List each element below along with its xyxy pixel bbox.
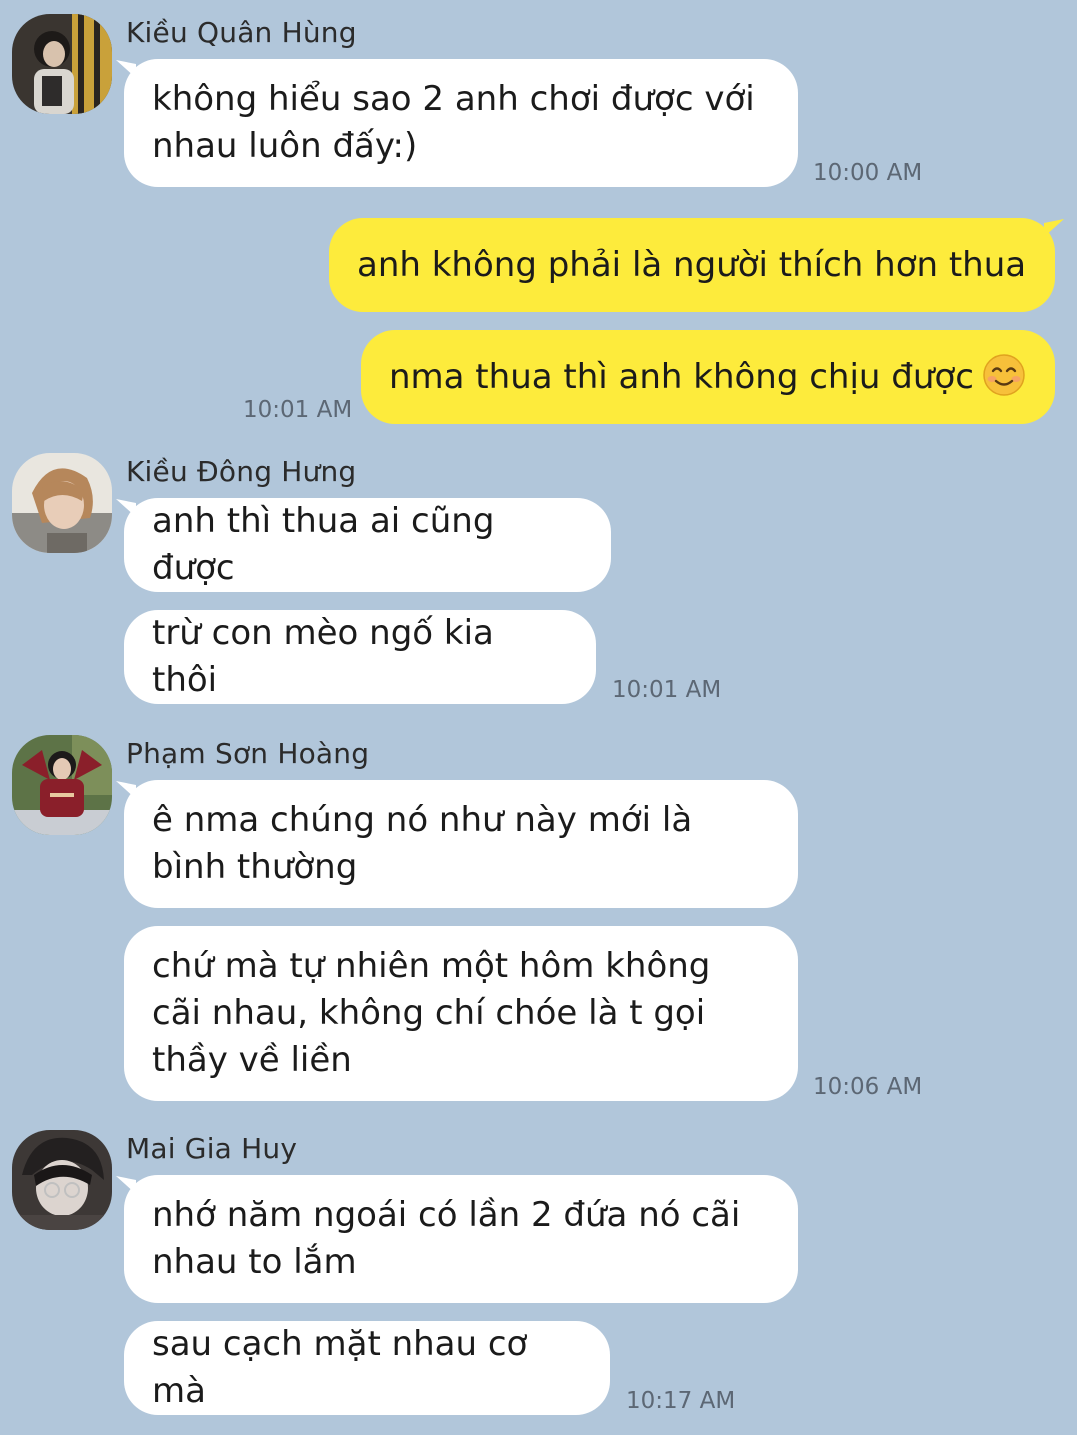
message-time: 10:00 AM	[813, 160, 923, 186]
smiling-face-emoji	[983, 354, 1025, 396]
avatar-photo-2	[12, 453, 112, 553]
avatar-pham-son-hoang[interactable]	[12, 735, 112, 835]
sender-name: Kiều Quân Hùng	[126, 16, 357, 49]
message-text: anh thì thua ai cũng được	[152, 501, 495, 588]
message-text: nhớ năm ngoái có lần 2 đứa nó cãi nhau t…	[152, 1195, 741, 1282]
message-time: 10:17 AM	[626, 1388, 736, 1414]
message-text: không hiểu sao 2 anh chơi được với nhau …	[152, 79, 755, 166]
avatar-photo-3	[12, 735, 112, 835]
message-bubble[interactable]: trừ con mèo ngố kia thôi	[124, 610, 596, 704]
message-time: 10:06 AM	[813, 1074, 923, 1100]
sender-name: Kiều Đông Hưng	[126, 455, 357, 488]
message-text: trừ con mèo ngố kia thôi	[152, 613, 494, 700]
message-bubble[interactable]: nhớ năm ngoái có lần 2 đứa nó cãi nhau t…	[124, 1175, 798, 1303]
message-text: chứ mà tự nhiên một hôm không cãi nhau, …	[152, 946, 711, 1080]
message-bubble-outgoing[interactable]: anh không phải là người thích hơn thua	[329, 218, 1055, 312]
avatar-mai-gia-huy[interactable]	[12, 1130, 112, 1230]
message-text: ê nma chúng nó như này mới là bình thườn…	[152, 800, 693, 887]
sender-name: Phạm Sơn Hoàng	[126, 737, 370, 770]
message-time: 10:01 AM	[612, 677, 722, 703]
message-bubble-outgoing[interactable]: nma thua thì anh không chịu được	[361, 330, 1055, 424]
message-text: anh không phải là người thích hơn thua	[357, 244, 1027, 285]
message-bubble[interactable]: không hiểu sao 2 anh chơi được với nhau …	[124, 59, 798, 187]
avatar-photo-4	[12, 1130, 112, 1230]
message-bubble[interactable]: ê nma chúng nó như này mới là bình thườn…	[124, 780, 798, 908]
avatar-photo-1	[12, 14, 112, 114]
message-text: sau cạch mặt nhau cơ mà	[152, 1324, 528, 1411]
message-text: nma thua thì anh không chịu được	[389, 354, 1026, 401]
message-time: 10:01 AM	[243, 397, 353, 423]
avatar-kieu-dong-hung[interactable]	[12, 453, 112, 553]
message-bubble[interactable]: chứ mà tự nhiên một hôm không cãi nhau, …	[124, 926, 798, 1101]
bubble-tail	[1044, 219, 1064, 237]
message-bubble[interactable]: sau cạch mặt nhau cơ mà	[124, 1321, 610, 1415]
sender-name: Mai Gia Huy	[126, 1132, 298, 1165]
avatar-kieu-quan-hung[interactable]	[12, 14, 112, 114]
message-bubble[interactable]: anh thì thua ai cũng được	[124, 498, 611, 592]
